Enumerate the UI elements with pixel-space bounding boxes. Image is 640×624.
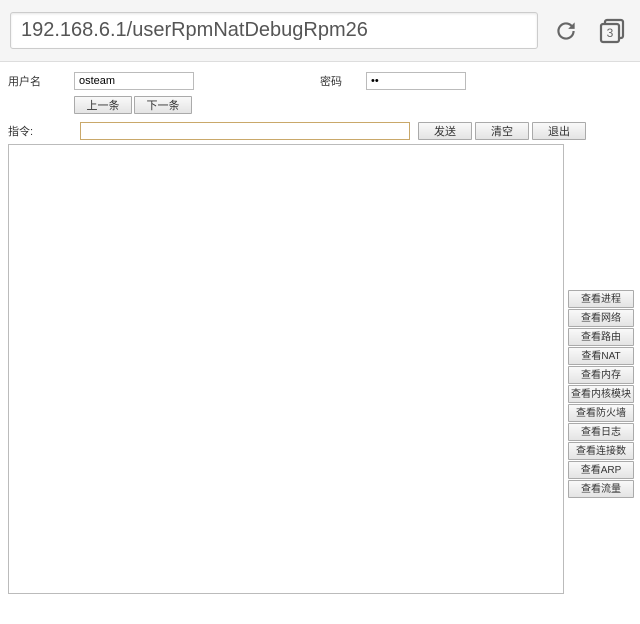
main-area xyxy=(8,144,632,594)
side-btn-traffic[interactable]: 查看流量 xyxy=(568,480,634,498)
page-content: 用户名 密码 上一条 下一条 指令: 发送 清空 退出 查看进程 查看网络 查看… xyxy=(0,62,640,602)
next-button[interactable]: 下一条 xyxy=(134,96,192,114)
command-input[interactable] xyxy=(80,122,410,140)
send-button[interactable]: 发送 xyxy=(418,122,472,140)
password-label: 密码 xyxy=(320,73,360,89)
password-input[interactable] xyxy=(366,72,466,90)
command-label: 指令: xyxy=(8,123,76,139)
tabs-icon: 3 xyxy=(598,17,626,45)
prev-button[interactable]: 上一条 xyxy=(74,96,132,114)
side-btn-kernel[interactable]: 查看内核模块 xyxy=(568,385,634,403)
browser-chrome: 192.168.6.1/userRpmNatDebugRpm26 3 xyxy=(0,0,640,62)
username-input[interactable] xyxy=(74,72,194,90)
svg-text:3: 3 xyxy=(607,26,614,40)
username-label: 用户名 xyxy=(8,73,68,89)
side-btn-route[interactable]: 查看路由 xyxy=(568,328,634,346)
side-btn-network[interactable]: 查看网络 xyxy=(568,309,634,327)
output-textarea[interactable] xyxy=(8,144,564,594)
nav-row: 上一条 下一条 xyxy=(74,96,632,114)
url-bar[interactable]: 192.168.6.1/userRpmNatDebugRpm26 xyxy=(10,12,538,49)
side-btn-log[interactable]: 查看日志 xyxy=(568,423,634,441)
side-btn-arp[interactable]: 查看ARP xyxy=(568,461,634,479)
reload-icon xyxy=(553,18,579,44)
side-btn-conn[interactable]: 查看连接数 xyxy=(568,442,634,460)
clear-button[interactable]: 清空 xyxy=(475,122,529,140)
exit-button[interactable]: 退出 xyxy=(532,122,586,140)
side-panel: 查看进程 查看网络 查看路由 查看NAT 查看内存 查看内核模块 查看防火墙 查… xyxy=(568,290,634,498)
command-row: 指令: 发送 清空 退出 xyxy=(8,122,632,140)
side-btn-memory[interactable]: 查看内存 xyxy=(568,366,634,384)
side-btn-nat[interactable]: 查看NAT xyxy=(568,347,634,365)
side-btn-process[interactable]: 查看进程 xyxy=(568,290,634,308)
credentials-row: 用户名 密码 xyxy=(8,72,632,90)
reload-button[interactable] xyxy=(548,13,584,49)
command-buttons: 发送 清空 退出 xyxy=(418,122,586,140)
tabs-button[interactable]: 3 xyxy=(594,13,630,49)
side-btn-firewall[interactable]: 查看防火墙 xyxy=(568,404,634,422)
